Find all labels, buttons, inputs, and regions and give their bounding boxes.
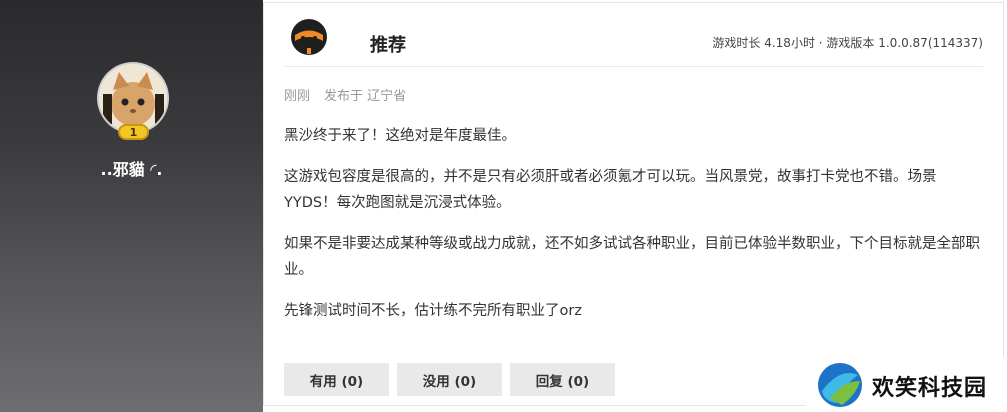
review-paragraph: 这游戏包容度是很高的，并不是只有必须肝或者必须氪才可以玩。当风景党，故事打卡党也…: [284, 169, 937, 211]
recommend-label: 推荐: [370, 35, 406, 56]
review-header: 推荐 游戏时长 4.18小时 · 游戏版本 1.0.0.87(114337): [284, 3, 983, 67]
avatar[interactable]: [99, 64, 167, 132]
post-time: 刚刚: [284, 89, 311, 104]
reply-button[interactable]: 回复 (0): [510, 363, 615, 396]
user-name[interactable]: ..邪貓 ◜.: [0, 156, 263, 180]
cat-avatar-icon: [99, 64, 167, 132]
level-badge: 1: [118, 124, 149, 140]
watermark-text: 欢笑科技园: [872, 376, 988, 401]
review-body: 黑沙终于来了！这绝对是年度最佳。 这游戏包容度是很高的，并不是只有必须肝或者必须…: [284, 123, 981, 339]
recommend-icon: [291, 19, 327, 55]
level-value: 1: [129, 125, 138, 139]
review-paragraph: 如果不是非要达成某种等级或战力成就，还不如多试试各种职业，目前已体验半数职业，下…: [284, 236, 980, 278]
review-card: 推荐 游戏时长 4.18小时 · 游戏版本 1.0.0.87(114337) 刚…: [263, 2, 1004, 406]
post-location: 发布于 辽宁省: [324, 89, 407, 104]
review-meta: 刚刚 发布于 辽宁省: [284, 85, 406, 104]
user-panel: 1 ..邪貓 ◜.: [0, 0, 263, 412]
watermark: 欢笑科技园: [806, 356, 1007, 412]
review-paragraph: 先锋测试时间不长，估计练不完所有职业了orz: [284, 303, 582, 319]
review-paragraph: 黑沙终于来了！这绝对是年度最佳。: [284, 128, 516, 144]
watermark-logo-icon: [818, 363, 862, 407]
useless-button[interactable]: 没用 (0): [397, 363, 502, 396]
useful-button[interactable]: 有用 (0): [284, 363, 389, 396]
playtime-info: 游戏时长 4.18小时 · 游戏版本 1.0.0.87(114337): [712, 36, 983, 50]
